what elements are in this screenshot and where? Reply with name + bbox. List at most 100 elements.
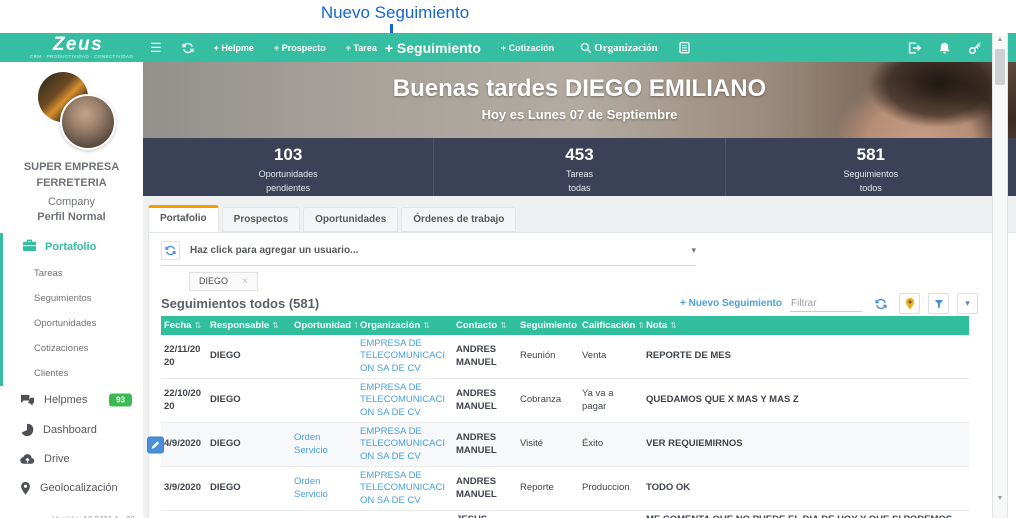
tab-prospectos[interactable]: Prospectos <box>221 207 301 232</box>
column-header-fecha[interactable]: Fecha ⇅ <box>161 316 207 335</box>
table-row: 4/9/2020 DIEGO Orden Servicio EMPRESA DE… <box>147 422 969 468</box>
column-header-oportunidad[interactable]: Oportunidad⇅ <box>291 316 357 335</box>
stat-value: 581 <box>856 145 885 164</box>
cloud-upload-icon <box>20 453 35 465</box>
zeus-logo[interactable]: Zeus CRM · PRODUCTIVIDAD · CONECTIVIDAD <box>30 35 133 60</box>
sidebar-item-clientes[interactable]: Clientes <box>3 361 143 386</box>
sort-icon: ⇅ <box>500 321 507 330</box>
app-window: Nuevo Seguimiento Zeus CRM · PRODUCTIVID… <box>0 0 1016 518</box>
sidebar-item-seguimientos[interactable]: Seguimientos <box>3 286 143 311</box>
cell-fecha: 22/10/2020 <box>161 378 207 424</box>
remove-tag-icon[interactable]: × <box>242 276 248 287</box>
cell-organizacion: EMPRESA DE SALTILLO <box>357 510 453 518</box>
column-header-organizacion[interactable]: Organización ⇅ <box>357 316 453 335</box>
tab-ordenes-de-trabajo[interactable]: Órdenes de trabajo <box>401 207 517 232</box>
chevron-down-icon[interactable]: ▾ <box>691 245 696 256</box>
more-options-button[interactable]: ▾ <box>957 293 978 314</box>
sort-icon: ⇅ <box>423 321 430 330</box>
tab-portafolio[interactable]: Portafolio <box>148 205 219 232</box>
sidebar-item-helpmes[interactable]: Helpmes 93 <box>0 386 143 415</box>
sidebar-item-tareas[interactable]: Tareas <box>3 261 143 286</box>
nav-new-helpme[interactable]: + Helpme <box>214 43 254 53</box>
sidebar-item-dashboard[interactable]: Dashboard <box>0 415 143 445</box>
map-pin-icon <box>20 481 31 495</box>
company-name: SUPER EMPRESA FERRETERIA <box>23 161 120 189</box>
user-select-placeholder[interactable]: Haz click para agregar un usuario... <box>190 245 358 256</box>
scroll-down-arrow[interactable]: ▼ <box>993 495 1007 502</box>
nav-new-seguimiento[interactable]: + Seguimiento <box>385 40 481 56</box>
oportunidad-link[interactable]: Orden Servicio <box>294 476 328 499</box>
cell-nota: QUEDAMOS QUE X MAS Y MAS Z <box>643 378 969 424</box>
annotation-label: Nuevo Seguimiento <box>320 3 470 22</box>
user-tag-diego[interactable]: DIEGO × <box>189 271 258 291</box>
cell-oportunidad: Orden Servicio <box>291 422 357 468</box>
profile-avatars[interactable] <box>0 72 143 154</box>
sidebar-item-portafolio[interactable]: Portafolio <box>3 233 143 261</box>
user-select-refresh-icon[interactable] <box>161 241 180 260</box>
filter-input[interactable] <box>790 295 862 312</box>
scroll-up-arrow[interactable]: ▲ <box>993 36 1007 43</box>
stat-tareas: 453 Tareas todas <box>433 138 724 196</box>
cell-nota: REPORTE DE MES <box>643 335 969 380</box>
sidebar-item-oportunidades[interactable]: Oportunidades <box>3 311 143 336</box>
organizacion-link[interactable]: EMPRESA DE TELECOMUNICACION SA DE CV <box>360 470 445 506</box>
nav-organizacion-search[interactable]: Organización <box>580 42 658 54</box>
table-refresh-button[interactable] <box>870 293 891 314</box>
greeting-title: Buenas tardes DIEGO EMILIANO <box>392 75 767 102</box>
section-toolbar: + Nuevo Seguimiento ▾ <box>680 293 978 314</box>
nav-new-prospecto[interactable]: + Prospecto <box>274 43 326 53</box>
table-row: 3/9/2020 DIEGO Orden Servicio EMPRESA DE… <box>161 466 969 512</box>
logout-icon[interactable] <box>907 41 921 55</box>
sort-icon: ⇅ <box>638 321 643 330</box>
user-select-widget[interactable]: Haz click para agregar un usuario... ▾ <box>161 241 696 266</box>
cell-fecha: 22/11/2020 <box>161 335 207 380</box>
sidebar-item-geolocalizacion[interactable]: Geolocalización <box>0 473 143 503</box>
key-icon[interactable] <box>968 41 982 55</box>
column-header-nota[interactable]: Nota ⇅ <box>643 316 969 335</box>
nav-new-tarea[interactable]: + Tarea <box>346 43 377 53</box>
sort-icon: ⇅ <box>272 321 279 330</box>
filter-button[interactable] <box>928 293 949 314</box>
cell-calificacion: Solicitó información <box>579 510 643 518</box>
cell-responsable: DIEGO <box>207 510 291 518</box>
column-header-calificacion[interactable]: Calificación ⇅ <box>579 316 643 335</box>
vertical-scrollbar[interactable]: ▲ ▼ <box>992 33 1008 518</box>
cell-contacto: JESUS ANAYA PEREZ <box>453 510 517 518</box>
section-header: Seguimientos todos (581) + Nuevo Seguimi… <box>161 293 1004 314</box>
clipboard-icon[interactable] <box>678 41 691 54</box>
menu-hamburger-icon[interactable]: ☰ <box>150 40 162 56</box>
column-header-seguimiento[interactable]: Seguimiento⇅ <box>517 316 579 335</box>
column-header-responsable[interactable]: Responsable ⇅ <box>207 316 291 335</box>
sidebar-item-drive[interactable]: Drive <box>0 445 143 473</box>
cell-contacto: ANDRES MANUEL <box>453 466 517 512</box>
refresh-icon[interactable] <box>182 42 194 54</box>
cell-oportunidad: Orden Servicio <box>291 466 357 512</box>
cell-calificacion: Venta <box>579 335 643 380</box>
organizacion-link[interactable]: EMPRESA DE TELECOMUNICACION SA DE CV <box>360 382 445 418</box>
pie-chart-icon <box>20 423 34 437</box>
table-row: 22/11/2020 DIEGO EMPRESA DE TELECOMUNICA… <box>161 335 969 380</box>
tab-oportunidades[interactable]: Oportunidades <box>303 207 399 232</box>
portafolio-panel: Haz click para agregar un usuario... ▾ D… <box>147 232 1016 518</box>
cell-nota: VER REQUIEMIRNOS <box>643 422 969 468</box>
stat-oportunidades: 103 Oportunidades pendientes <box>143 138 433 196</box>
main-tabs: Portafolio Prospectos Oportunidades Órde… <box>143 205 1016 232</box>
nav-new-cotizacion[interactable]: + Cotización <box>501 43 554 53</box>
organizacion-link[interactable]: EMPRESA DE TELECOMUNICACION SA DE CV <box>360 338 445 374</box>
sidebar: SUPER EMPRESA FERRETERIA Company Perfil … <box>0 62 143 518</box>
top-navbar: Zeus CRM · PRODUCTIVIDAD · CONECTIVIDAD … <box>0 33 1016 62</box>
new-seguimiento-link[interactable]: + Nuevo Seguimiento <box>680 298 782 309</box>
organizacion-link[interactable]: EMPRESA DE TELECOMUNICACION SA DE CV <box>360 426 445 462</box>
column-header-contacto[interactable]: Contacto ⇅ <box>453 316 517 335</box>
greeting-date: Hoy es Lunes 07 de Septiembre <box>481 107 678 122</box>
sidebar-item-cotizaciones[interactable]: Cotizaciones <box>3 336 143 361</box>
edit-row-button[interactable] <box>147 436 164 454</box>
stats-bar: 103 Oportunidades pendientes 453 Tareas … <box>143 138 1016 196</box>
bell-icon[interactable] <box>938 41 951 55</box>
scrollbar-thumb[interactable] <box>995 49 1005 85</box>
cell-seguimiento: Reporte <box>517 466 579 512</box>
map-view-button[interactable] <box>899 293 920 314</box>
search-icon <box>580 42 592 54</box>
oportunidad-link[interactable]: Orden Servicio <box>294 432 328 455</box>
cell-calificacion: Produccion <box>579 466 643 512</box>
